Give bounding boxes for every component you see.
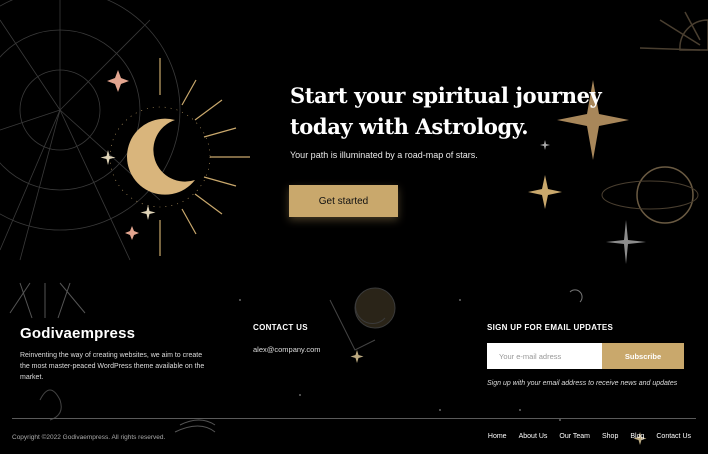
page: Start your spiritual journey today with … xyxy=(0,0,708,454)
footer-nav-blog[interactable]: Blog xyxy=(630,433,644,440)
footer-nav-contact-us[interactable]: Contact Us xyxy=(656,433,691,440)
footer-nav: Home About Us Our Team Shop Blog Contact… xyxy=(488,433,691,440)
get-started-button[interactable]: Get started xyxy=(289,185,398,217)
signup-note: Sign up with your email address to recei… xyxy=(487,380,678,387)
subscribe-button[interactable]: Subscribe xyxy=(602,343,684,369)
signup-title: SIGN UP FOR EMAIL UPDATES xyxy=(487,323,614,332)
sun-moon-illustration xyxy=(100,58,250,256)
radial-web-illustration xyxy=(0,0,181,261)
contact-email-link[interactable]: alex@company.com xyxy=(253,345,321,354)
footer-brand: Godivaempress xyxy=(20,325,136,342)
footer-nav-about-us[interactable]: About Us xyxy=(519,433,548,440)
footer-nav-our-team[interactable]: Our Team xyxy=(559,433,590,440)
contact-title: CONTACT US xyxy=(253,323,308,332)
copyright: Copyright ©2022 Godivaempress. All right… xyxy=(12,434,166,441)
footer-nav-home[interactable]: Home xyxy=(488,433,507,440)
hero-subtitle: Your path is illuminated by a road-map o… xyxy=(290,150,478,160)
footer-divider xyxy=(12,418,696,419)
email-input[interactable] xyxy=(487,343,602,369)
hero-title: Start your spiritual journey today with … xyxy=(290,83,602,139)
footer-nav-shop[interactable]: Shop xyxy=(602,433,618,440)
footer-description: Reinventing the way of creating websites… xyxy=(20,352,205,381)
